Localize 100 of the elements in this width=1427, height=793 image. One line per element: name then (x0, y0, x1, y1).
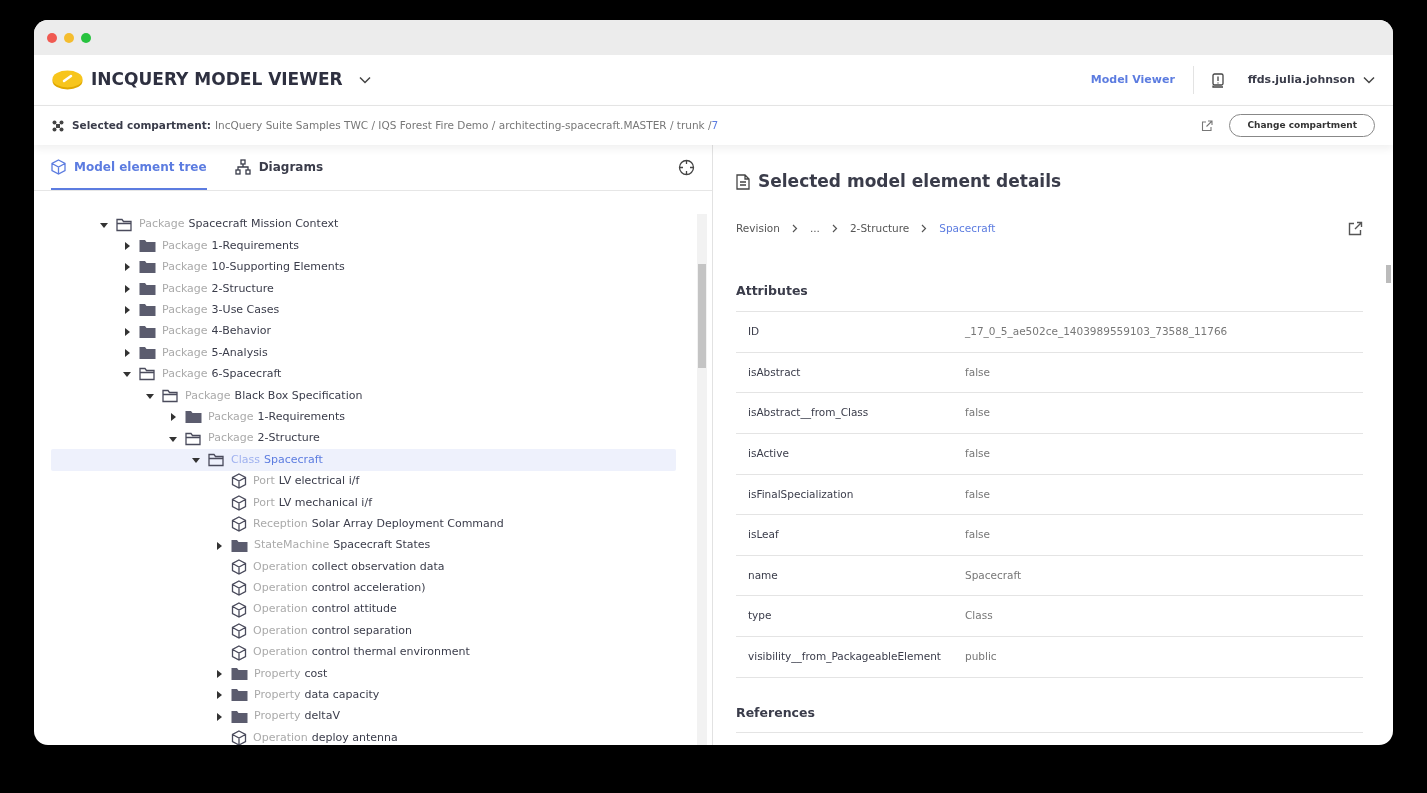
attribute-name: isActive (748, 445, 790, 461)
tree-item-label: Port LV mechanical i/f (252, 494, 372, 511)
caret-right-icon[interactable] (123, 349, 131, 358)
caret-right-icon[interactable] (123, 284, 131, 293)
tree-item[interactable]: Package Spacecraft Mission Context (51, 214, 676, 236)
folder-icon (139, 260, 156, 275)
cube-icon (231, 644, 247, 661)
attribute-value: false (965, 486, 990, 502)
attribute-value: public (965, 648, 997, 664)
caret-down-icon[interactable] (100, 220, 108, 229)
scrollbar[interactable] (697, 214, 707, 745)
breadcrumb-item[interactable]: ... (809, 220, 820, 237)
tree-item[interactable]: Operation collect observation data (51, 556, 676, 578)
target-icon[interactable] (678, 159, 695, 176)
nav-link[interactable]: Model Viewer (1090, 71, 1175, 89)
tree-item[interactable]: Reception Solar Array Deployment Command (51, 513, 676, 535)
attribute-value: false (965, 364, 990, 380)
tree-item-label: Reception Solar Array Deployment Command (252, 515, 504, 532)
cube-icon (231, 730, 247, 745)
user-name[interactable]: ffds.julia.johnson (1247, 71, 1355, 89)
tree-item[interactable]: Class Spacecraft (51, 449, 676, 471)
caret-right-icon[interactable] (123, 327, 131, 336)
attribute-name: isAbstract__from_Class (748, 405, 870, 421)
tree-item[interactable]: Port LV electrical i/f (51, 470, 676, 493)
tree-item[interactable]: Package 5-Analysis (51, 342, 676, 364)
tree-item[interactable]: Operation control acceleration) (51, 577, 676, 600)
folder-icon (139, 281, 156, 296)
tree-item[interactable]: Property cost (51, 663, 676, 685)
cube-icon (231, 580, 247, 597)
tree-item[interactable]: Package 10-Supporting Elements (51, 256, 676, 279)
close-dot[interactable] (47, 32, 57, 43)
tree-item[interactable]: StateMachine Spacecraft States (51, 534, 676, 557)
folder-icon (139, 324, 156, 339)
tree-item[interactable]: Port LV mechanical i/f (51, 492, 676, 514)
change-compartment-button[interactable]: Change compartment (1229, 113, 1375, 138)
external-link-icon[interactable] (1201, 119, 1214, 132)
caret-down-icon[interactable] (123, 370, 131, 379)
tree-item[interactable]: Package 1-Requirements (51, 406, 676, 428)
maximize-dot[interactable] (81, 32, 91, 43)
caret-right-icon[interactable] (215, 691, 223, 700)
attribute-value: false (965, 527, 990, 543)
tree-item[interactable]: Package 2-Structure (51, 427, 676, 450)
tree-item-label: Property cost (253, 665, 328, 682)
tree-item[interactable]: Property data capacity (51, 684, 676, 706)
tab[interactable]: Diagrams (234, 145, 324, 190)
external-link-icon[interactable] (1348, 221, 1363, 236)
open-folder-icon (116, 217, 133, 232)
revision-link[interactable]: 7 (711, 117, 719, 134)
tree-item-label: Operation control attitude (252, 601, 397, 618)
minimize-dot[interactable] (64, 32, 74, 43)
tree-item[interactable]: Operation control attitude (51, 599, 676, 621)
breadcrumb-item[interactable]: 2-Structure (849, 220, 910, 237)
attribute-name: isFinalSpecialization (748, 486, 855, 502)
caret-right-icon[interactable] (123, 242, 131, 251)
tree-item[interactable]: Operation control separation (51, 620, 676, 642)
attribute-value: Spacecraft (965, 567, 1022, 583)
tree-item[interactable]: Package 4-Behavior (51, 320, 676, 343)
tree-item-label: Operation control thermal environment (252, 644, 470, 661)
open-folder-icon (185, 431, 202, 446)
tree-item[interactable]: Package 1-Requirements (51, 235, 676, 257)
tree-item[interactable]: Package 6-Spacecraft (51, 363, 676, 386)
app-title: INCQUERY MODEL VIEWER (91, 68, 343, 92)
folder-icon (231, 538, 248, 553)
tree-item[interactable]: Package Black Box Specification (51, 385, 676, 407)
tree-item-label: Operation control separation (252, 622, 412, 639)
caret-right-icon[interactable] (215, 712, 223, 721)
book-icon[interactable] (1211, 72, 1224, 88)
tree-item[interactable]: Package 3-Use Cases (51, 299, 676, 321)
caret-right-icon[interactable] (123, 263, 131, 272)
tree-item-label: Operation control acceleration) (252, 580, 426, 597)
folder-icon (231, 709, 248, 724)
tree-item-label: StateMachine Spacecraft States (253, 537, 431, 554)
folder-icon (231, 666, 248, 681)
tab[interactable]: Model element tree (51, 145, 207, 190)
caret-right-icon[interactable] (215, 669, 223, 678)
tree-item-label: Operation deploy antenna (252, 729, 398, 745)
caret-right-icon[interactable] (169, 413, 177, 422)
caret-down-icon[interactable] (192, 456, 200, 464)
caret-right-icon[interactable] (123, 306, 131, 315)
chevron-right-icon (921, 224, 928, 233)
chevron-right-icon (791, 224, 798, 233)
tree-item[interactable]: Operation deploy antenna (51, 727, 676, 745)
tree-item[interactable]: Property deltaV (51, 706, 676, 728)
chevron-down-icon[interactable] (1363, 76, 1375, 84)
cube-icon (231, 494, 247, 511)
chevron-right-icon (831, 224, 838, 233)
caret-down-icon[interactable] (146, 391, 154, 400)
caret-right-icon[interactable] (215, 541, 223, 550)
breadcrumb-item[interactable]: Revision (736, 220, 780, 237)
caret-down-icon[interactable] (169, 434, 177, 443)
section-heading: References (736, 703, 1363, 734)
tree-item[interactable]: Package 2-Structure (51, 278, 676, 300)
scrollbar-thumb[interactable] (698, 264, 706, 368)
chevron-down-icon[interactable] (358, 76, 371, 84)
folder-icon (139, 239, 156, 254)
breadcrumb-item[interactable]: Spacecraft (939, 220, 996, 237)
tree-item-label: Package 10-Supporting Elements (161, 259, 345, 276)
attribute-name: visibility__from_PackageableElement (748, 648, 942, 665)
tree-item[interactable]: Operation control thermal environment (51, 641, 676, 664)
scrollbar-thumb[interactable] (1386, 265, 1391, 283)
